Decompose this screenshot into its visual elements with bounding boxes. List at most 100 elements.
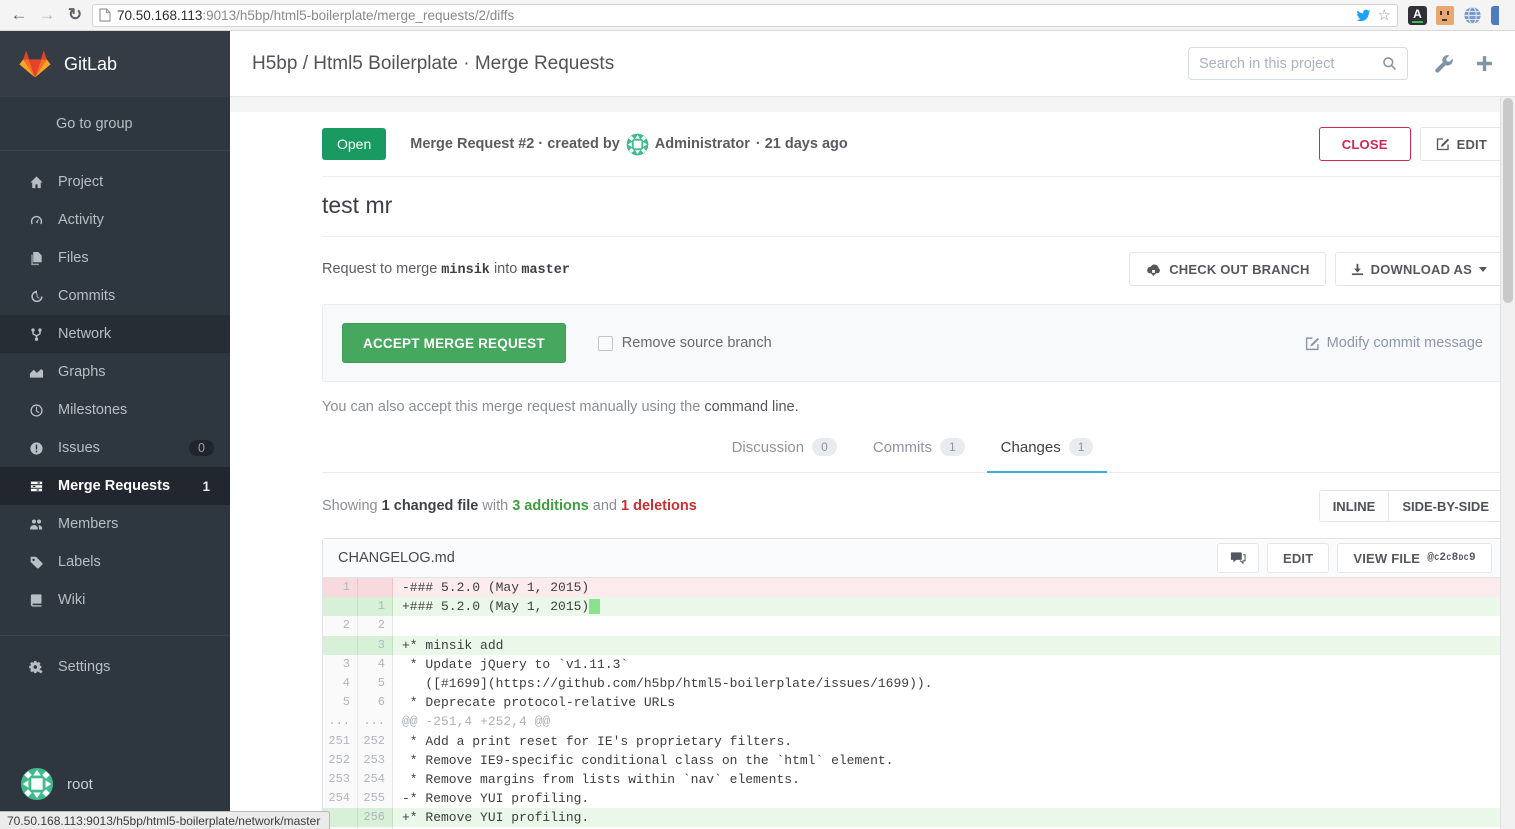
old-line-number[interactable]: 2: [323, 616, 358, 635]
author-name[interactable]: Administrator: [655, 136, 750, 152]
close-button[interactable]: CLOSE: [1319, 127, 1411, 161]
diff-row: 1+### 5.2.0 (May 1, 2015): [323, 597, 1502, 616]
clock-icon: [26, 402, 46, 418]
sidebar-item-issues[interactable]: Issues0: [0, 429, 230, 467]
new-line-number[interactable]: 4: [358, 655, 393, 674]
search-input[interactable]: [1199, 56, 1374, 72]
trailing-whitespace-highlight: [589, 599, 600, 614]
sidebar-badge-merge-requests: 1: [198, 478, 214, 495]
sidebar-item-label: Labels: [58, 554, 214, 570]
old-line-number[interactable]: 253: [323, 770, 358, 789]
old-line-number[interactable]: 251: [323, 732, 358, 751]
new-line-number[interactable]: 256: [358, 808, 393, 827]
diff-view-toggle: INLINE SIDE-BY-SIDE: [1319, 490, 1503, 522]
refresh-icon[interactable]: ↻: [64, 5, 86, 25]
tab-changes[interactable]: Changes1: [987, 425, 1108, 473]
old-line-number[interactable]: 4: [323, 674, 358, 693]
edit-button-label: EDIT: [1457, 137, 1487, 152]
sidebar-item-milestones[interactable]: Milestones: [0, 391, 230, 429]
address-bar[interactable]: 70.50.168.113:9013/h5bp/html5-boilerplat…: [92, 4, 1398, 27]
old-line-number[interactable]: [323, 597, 358, 616]
author-avatar[interactable]: [626, 133, 649, 156]
tab-commits[interactable]: Commits1: [859, 425, 979, 473]
mr-meta-text: Merge Request #2 · created by: [410, 136, 620, 152]
old-line-number[interactable]: 252: [323, 751, 358, 770]
new-line-number[interactable]: 1: [358, 597, 393, 616]
extension-a-icon[interactable]: A: [1408, 6, 1427, 25]
diff-line-text: +* Remove YUI profiling.: [393, 808, 1502, 827]
admin-wrench-icon[interactable]: [1434, 54, 1454, 74]
old-line-number[interactable]: ...: [323, 712, 358, 731]
download-as-button[interactable]: DOWNLOAD AS: [1335, 252, 1503, 286]
back-icon[interactable]: ←: [8, 5, 30, 25]
comment-button[interactable]: [1217, 543, 1259, 573]
remove-source-branch-checkbox[interactable]: [598, 336, 613, 351]
sidebar-item-labels[interactable]: Labels: [0, 543, 230, 581]
new-line-number[interactable]: 3: [358, 636, 393, 655]
scrollbar-thumb[interactable]: [1503, 98, 1513, 303]
sidebar-item-members[interactable]: Members: [0, 505, 230, 543]
diff-line-text: +### 5.2.0 (May 1, 2015): [393, 597, 1502, 616]
sidebar-item-project[interactable]: Project: [0, 163, 230, 201]
view-file-button[interactable]: VIEW FILE @c2c8dc9: [1337, 543, 1492, 573]
old-line-number[interactable]: [323, 636, 358, 655]
tab-discussion[interactable]: Discussion0: [718, 425, 851, 473]
bookmark-star-icon[interactable]: ☆: [1378, 6, 1391, 24]
new-line-number[interactable]: 2: [358, 616, 393, 635]
new-line-number[interactable]: 5: [358, 674, 393, 693]
old-line-number[interactable]: 254: [323, 789, 358, 808]
forward-icon[interactable]: →: [36, 5, 58, 25]
diff-line-text: * Remove IE9-specific conditional class …: [393, 751, 1502, 770]
sidebar-item-commits[interactable]: Commits: [0, 277, 230, 315]
sidebar-item-label: Network: [58, 326, 214, 342]
new-project-plus-icon[interactable]: [1476, 55, 1493, 72]
sidebar-item-files[interactable]: Files: [0, 239, 230, 277]
globe-icon[interactable]: [1463, 6, 1482, 25]
diff-line-text: -* Remove YUI profiling.: [393, 789, 1502, 808]
new-line-number[interactable]: 252: [358, 732, 393, 751]
side-by-side-toggle-button[interactable]: SIDE-BY-SIDE: [1388, 491, 1502, 521]
extension-face-icon[interactable]: [1436, 6, 1454, 25]
new-line-number[interactable]: ...: [358, 712, 393, 731]
diff-row: 253254 * Remove margins from lists withi…: [323, 770, 1502, 789]
content: Open Merge Request #2 · created by: [230, 112, 1515, 829]
twitter-icon[interactable]: [1355, 8, 1372, 23]
tab-count-badge: 1: [940, 438, 965, 456]
diff-summary-row: Showing 1 changed file with 3 additions …: [322, 473, 1503, 537]
accept-merge-request-button[interactable]: ACCEPT MERGE REQUEST: [342, 323, 566, 363]
files-icon: [26, 250, 46, 266]
page-scrollbar[interactable]: [1500, 97, 1515, 829]
new-line-number[interactable]: 254: [358, 770, 393, 789]
sidebar-item-merge-requests[interactable]: Merge Requests1: [0, 467, 230, 505]
diff-summary-text: Showing 1 changed file with 3 additions …: [322, 498, 1319, 514]
old-line-number[interactable]: 5: [323, 693, 358, 712]
mr-meta: Merge Request #2 · created by: [410, 133, 1319, 156]
sidebar-item-activity[interactable]: Activity: [0, 201, 230, 239]
sidebar-user[interactable]: root: [20, 767, 93, 801]
check-out-branch-button[interactable]: CHECK OUT BRANCH: [1129, 252, 1325, 286]
extension-partial-icon[interactable]: [1491, 6, 1499, 25]
sidebar-nav: ProjectActivityFilesCommits Network Graphs…: [0, 151, 230, 619]
gitlab-brand[interactable]: GitLab: [0, 31, 230, 97]
diff-line-text: +* minsik add: [393, 636, 1502, 655]
new-line-number[interactable]: 253: [358, 751, 393, 770]
edit-button[interactable]: EDIT: [1420, 127, 1503, 161]
sidebar-item-label: Issues: [58, 440, 189, 456]
new-line-number[interactable]: 255: [358, 789, 393, 808]
old-line-number[interactable]: 3: [323, 655, 358, 674]
sidebar-item-network[interactable]: Network: [0, 315, 230, 353]
new-line-number[interactable]: 6: [358, 693, 393, 712]
inline-toggle-button[interactable]: INLINE: [1320, 491, 1389, 521]
sidebar-item-settings[interactable]: Settings: [0, 648, 230, 686]
sidebar-item-graphs[interactable]: Graphs: [0, 353, 230, 391]
old-line-number[interactable]: 1: [323, 578, 358, 597]
diff-line-text: ([#1699](https://github.com/h5bp/html5-b…: [393, 674, 1502, 693]
file-edit-button[interactable]: EDIT: [1267, 543, 1329, 573]
new-line-number[interactable]: [358, 578, 393, 597]
command-line-link[interactable]: command line.: [704, 399, 798, 415]
diff-row: 254255-* Remove YUI profiling.: [323, 789, 1502, 808]
sidebar-item-go-to-group[interactable]: Go to group: [0, 97, 230, 151]
modify-commit-message-link[interactable]: Modify commit message: [1305, 335, 1483, 351]
sidebar-item-wiki[interactable]: Wiki: [0, 581, 230, 619]
user-name: root: [67, 776, 93, 793]
